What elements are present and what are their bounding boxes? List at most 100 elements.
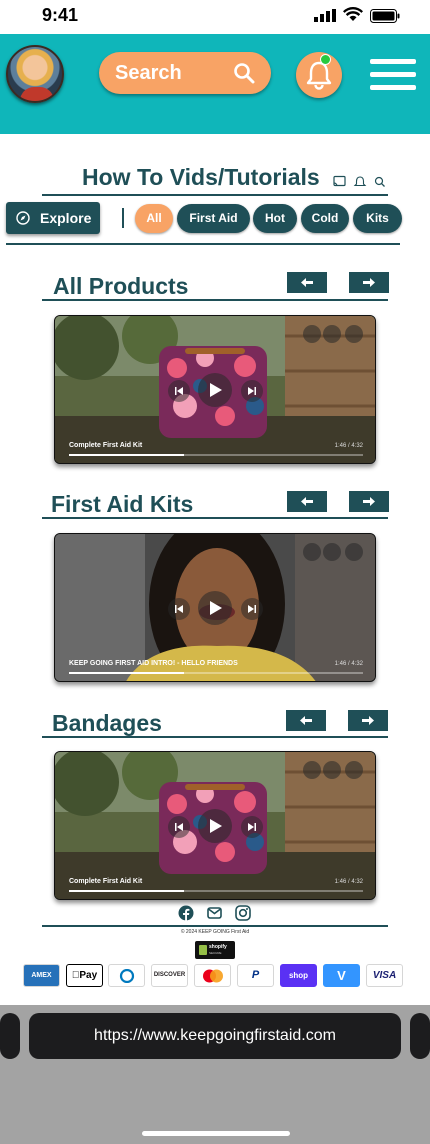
page-title: How To Vids/Tutorials (82, 164, 320, 190)
paypal-icon: P (237, 964, 274, 987)
more-options-icon[interactable] (345, 543, 363, 561)
battery-icon (370, 9, 400, 23)
next-arrow-button[interactable] (349, 491, 389, 512)
skip-forward-icon[interactable] (241, 816, 263, 838)
section-divider (42, 299, 388, 301)
arrow-right-icon (363, 278, 375, 287)
section-title-first-aid-kits: First Aid Kits (51, 491, 194, 517)
video-title: Complete First Aid Kit (69, 442, 143, 449)
video-player[interactable]: Complete First Aid Kit 1:46 / 4:32 (54, 751, 376, 900)
play-icon[interactable] (198, 373, 232, 407)
apple-pay-icon: Pay (66, 964, 103, 987)
video-progress-bar[interactable] (69, 890, 363, 892)
diners-club-icon (108, 964, 145, 987)
video-time: 1:46 / 4:32 (334, 443, 363, 449)
arrow-right-icon (362, 716, 374, 725)
section-title-bandages: Bandages (52, 710, 162, 736)
skip-forward-icon[interactable] (241, 598, 263, 620)
more-options-icon[interactable] (345, 761, 363, 779)
explore-label: Explore (40, 210, 92, 226)
wifi-icon (343, 7, 363, 21)
filter-chip-hot[interactable]: Hot (253, 204, 297, 233)
video-time: 1:46 / 4:32 (334, 879, 363, 885)
browser-toolbar: https://www.keepgoingfirstaid.com (0, 1005, 430, 1144)
arrow-left-icon (301, 497, 313, 506)
search-label: Search (115, 62, 182, 84)
section-divider (42, 736, 388, 738)
video-player[interactable]: KEEP GOING FIRST AID INTRO! - HELLO FRIE… (54, 533, 376, 682)
arrow-left-icon (301, 278, 313, 287)
arrow-left-icon (300, 716, 312, 725)
play-icon[interactable] (198, 809, 232, 843)
instagram-icon[interactable] (235, 905, 251, 921)
filter-chip-all[interactable]: All (135, 204, 173, 233)
next-arrow-button[interactable] (348, 710, 388, 731)
hamburger-menu-icon[interactable] (370, 59, 416, 91)
address-bar[interactable]: https://www.keepgoingfirstaid.com (29, 1013, 401, 1059)
amex-icon: AMEX (23, 964, 60, 987)
copyright-text: © 2024 KEEP GOING First Aid (180, 929, 250, 935)
notification-dot (320, 54, 331, 65)
skip-forward-icon[interactable] (241, 380, 263, 402)
status-time: 9:41 (42, 5, 79, 25)
venmo-icon: V (323, 964, 360, 987)
video-player[interactable]: Complete First Aid Kit 1:46 / 4:32 (54, 315, 376, 464)
shop-pay-icon: shop (280, 964, 317, 987)
play-icon[interactable] (198, 591, 232, 625)
previous-tab[interactable] (0, 1013, 20, 1059)
prev-arrow-button[interactable] (287, 272, 327, 293)
avatar[interactable] (6, 45, 64, 103)
filter-separator (122, 208, 124, 228)
cast-icon (333, 175, 346, 187)
discover-icon: DISCOVER (151, 964, 188, 987)
caption-icon[interactable] (323, 325, 341, 343)
fullscreen-icon[interactable] (303, 325, 321, 343)
skip-back-icon[interactable] (168, 816, 190, 838)
status-bar: 9:41 (0, 0, 430, 34)
explore-button[interactable]: Explore (6, 202, 100, 234)
video-progress-bar[interactable] (69, 454, 363, 456)
caption-icon[interactable] (323, 543, 341, 561)
search-button[interactable]: Search (99, 52, 271, 94)
email-icon[interactable] (207, 907, 222, 919)
prev-arrow-button[interactable] (286, 710, 326, 731)
next-tab[interactable] (410, 1013, 430, 1059)
shopify-secure-badge: shopify SECURE (195, 941, 235, 959)
video-time: 1:46 / 4:32 (334, 661, 363, 667)
video-progress-fill (69, 890, 184, 892)
home-indicator (142, 1131, 290, 1136)
bell-icon (306, 61, 332, 90)
visa-icon: VISA (366, 964, 403, 987)
prev-arrow-button[interactable] (287, 491, 327, 512)
search-icon (234, 63, 255, 84)
fullscreen-icon[interactable] (303, 761, 321, 779)
section-divider (42, 517, 388, 519)
skip-back-icon[interactable] (168, 380, 190, 402)
app-header: Search (0, 34, 430, 134)
video-progress-fill (69, 672, 184, 674)
notifications-button[interactable] (296, 52, 342, 98)
filter-chip-first-aid[interactable]: First Aid (177, 204, 250, 233)
video-progress-fill (69, 454, 184, 456)
caption-icon[interactable] (323, 761, 341, 779)
fullscreen-icon[interactable] (303, 543, 321, 561)
video-title: KEEP GOING FIRST AID INTRO! - HELLO FRIE… (69, 660, 238, 667)
bell-outline-icon (353, 176, 367, 187)
mastercard-icon (194, 964, 231, 987)
arrow-right-icon (363, 497, 375, 506)
next-arrow-button[interactable] (349, 272, 389, 293)
shopify-bag-icon (199, 945, 207, 955)
cellular-signal-icon (314, 9, 336, 22)
video-progress-bar[interactable] (69, 672, 363, 674)
title-action-icons (333, 175, 385, 187)
filter-chip-cold[interactable]: Cold (301, 204, 349, 233)
search-small-icon (374, 176, 385, 187)
facebook-icon[interactable] (178, 905, 194, 921)
filter-divider (6, 243, 400, 245)
title-divider (42, 194, 388, 196)
more-options-icon[interactable] (345, 325, 363, 343)
skip-back-icon[interactable] (168, 598, 190, 620)
footer-divider (42, 925, 388, 927)
filter-chip-kits[interactable]: Kits (353, 204, 402, 233)
section-title-all-products: All Products (53, 273, 189, 299)
